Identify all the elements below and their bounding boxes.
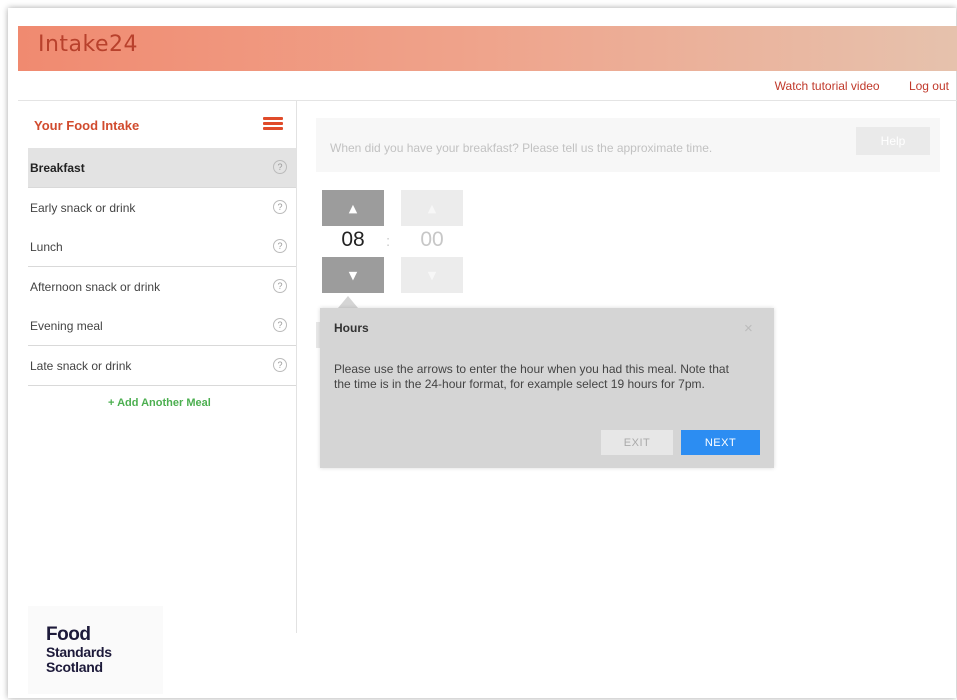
logo-line-3: Scotland [46,659,103,675]
next-button[interactable]: NEXT [681,430,760,455]
meal-label: Afternoon snack or drink [30,280,161,294]
sidebar-item-lunch[interactable]: Lunch ? [28,227,296,267]
help-circle-icon[interactable]: ? [273,160,287,174]
meal-label: Late snack or drink [30,359,132,373]
logo-line-1: Food [46,624,91,645]
tooltip-body: Please use the arrows to enter the hour … [334,362,729,391]
question-panel: When did you have your breakfast? Please… [316,118,940,172]
tooltip-title: Hours [334,321,369,335]
logo-line-2: Standards [46,644,112,660]
help-circle-icon[interactable]: ? [273,318,287,332]
meal-label: Breakfast [30,161,85,175]
minutes-value: 00 [420,228,444,251]
tooltip-pointer [338,296,358,308]
help-circle-icon[interactable]: ? [273,279,287,293]
app-title: Intake24 [38,32,139,57]
sidebar-item-late-snack[interactable]: Late snack or drink ? [28,346,296,386]
top-nav: Watch tutorial video Log out [749,79,949,93]
help-circle-icon[interactable]: ? [273,358,287,372]
app-header: Intake24 [18,26,957,71]
hamburger-icon[interactable] [263,117,283,131]
help-circle-icon[interactable]: ? [273,200,287,214]
question-text: When did you have your breakfast? Please… [330,141,713,155]
hours-tooltip: Hours × Please use the arrows to enter t… [320,308,774,468]
sidebar-item-breakfast[interactable]: Breakfast ? [28,148,296,188]
logout-link[interactable]: Log out [909,79,949,93]
hours-value: 08 [341,228,365,251]
sidebar-item-early-snack[interactable]: Early snack or drink ? [28,188,296,228]
hours-down-button[interactable]: ▼ [322,257,384,293]
sidebar: Your Food Intake Breakfast ? Early snack… [18,101,297,633]
time-separator: : [386,233,391,250]
watch-tutorial-link[interactable]: Watch tutorial video [775,79,880,93]
sidebar-item-afternoon-snack[interactable]: Afternoon snack or drink ? [28,267,296,307]
help-circle-icon[interactable]: ? [273,239,287,253]
meal-label: Evening meal [30,319,103,333]
sidebar-item-evening-meal[interactable]: Evening meal ? [28,306,296,346]
meal-label: Lunch [30,240,63,254]
add-meal-button[interactable]: + Add Another Meal [108,397,211,409]
close-icon[interactable]: × [744,320,753,337]
help-button[interactable]: Help [856,127,930,155]
hours-up-button[interactable]: ▲ [322,190,384,226]
sidebar-header: Your Food Intake [18,101,296,147]
exit-button[interactable]: EXIT [601,430,673,455]
meal-label: Early snack or drink [30,201,136,215]
minutes-down-button[interactable]: ▼ [401,257,463,293]
sidebar-title: Your Food Intake [34,118,140,133]
food-standards-scotland-logo: Food Standards Scotland [28,606,163,694]
minutes-up-button[interactable]: ▲ [401,190,463,226]
